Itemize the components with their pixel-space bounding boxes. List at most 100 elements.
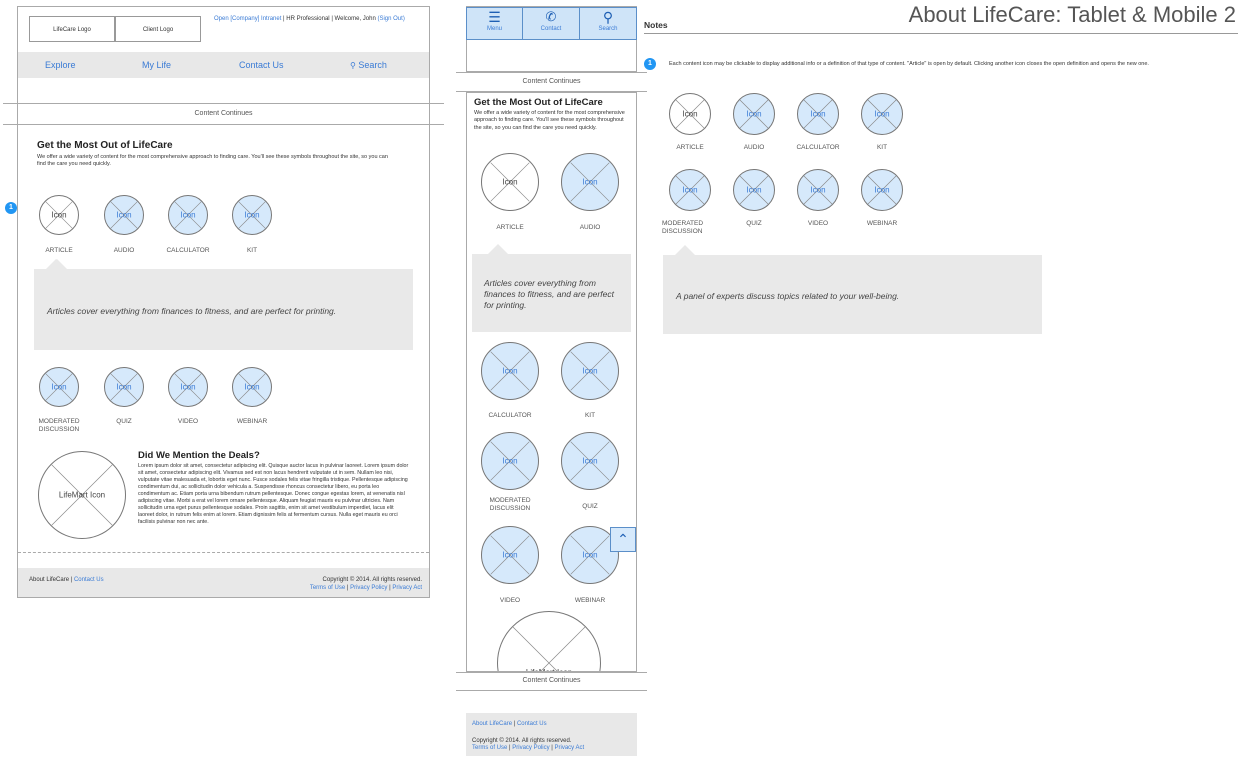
mobile-caption-video: VIDEO bbox=[499, 597, 521, 604]
notes-caption-calculator: CALCULATOR bbox=[796, 144, 840, 151]
mobile-terms-link[interactable]: Terms of Use bbox=[472, 745, 507, 751]
notes-article-icon: Icon bbox=[669, 93, 711, 135]
mobile-privacy-policy-link[interactable]: Privacy Policy bbox=[512, 745, 549, 751]
caption-webinar: WEBINAR bbox=[236, 418, 268, 425]
article-definition-panel: .desk-arrow:before{left:12px;} Articles … bbox=[34, 259, 413, 350]
notes-text: Each content icon may be clickable to di… bbox=[669, 61, 1149, 67]
content-continues: Content Continues bbox=[194, 110, 253, 117]
mobile-caption-moderated-discussion: MODERATED DISCUSSION bbox=[489, 497, 531, 513]
mobile-heading: Get the Most Out of LifeCare bbox=[474, 97, 603, 108]
notes-video-icon: Icon bbox=[797, 169, 839, 211]
mobile-caption-calculator: CALCULATOR bbox=[488, 412, 532, 419]
mobile-caption-article: ARTICLE bbox=[496, 224, 524, 231]
footer-about-link[interactable]: About LifeCare bbox=[29, 577, 69, 583]
video-icon[interactable]: Icon bbox=[168, 367, 208, 407]
mobile-caption-kit: KIT bbox=[584, 412, 596, 419]
notes-caption-article: ARTICLE bbox=[676, 144, 704, 151]
terms-link[interactable]: Terms of Use bbox=[310, 585, 345, 591]
caption-kit: KIT bbox=[246, 247, 258, 254]
notes-caption-kit: KIT bbox=[876, 144, 888, 151]
quiz-icon[interactable]: Icon bbox=[104, 367, 144, 407]
search-icon: ⚲ bbox=[350, 61, 356, 70]
mobile-caption-quiz: QUIZ bbox=[582, 503, 598, 510]
intranet-link[interactable]: Open [Company] Intranet bbox=[214, 16, 281, 22]
notes-title: Notes bbox=[644, 20, 668, 30]
article-icon[interactable]: Icon bbox=[39, 195, 79, 235]
title-rule bbox=[644, 33, 1238, 34]
menu-icon: ☰ bbox=[488, 9, 501, 25]
mobile-video-icon[interactable]: Icon bbox=[481, 526, 539, 584]
mobile-privacy-act-link[interactable]: Privacy Act bbox=[555, 745, 585, 751]
footer-links: About LifeCare | Contact Us bbox=[29, 577, 104, 583]
caption-video: VIDEO bbox=[177, 418, 199, 425]
deals-body: Lorem ipsum dolor sit amet, consectetur … bbox=[138, 463, 409, 525]
privacy-act-link[interactable]: Privacy Act bbox=[392, 585, 422, 591]
notes-webinar-icon: Icon bbox=[861, 169, 903, 211]
nav-search[interactable]: ⚲ Search bbox=[350, 60, 387, 70]
notes-calculator-icon: Icon bbox=[797, 93, 839, 135]
caption-quiz: QUIZ bbox=[116, 418, 132, 425]
mobile-quiz-icon[interactable]: Icon bbox=[561, 432, 619, 490]
section-intro: We offer a wide variety of content for t… bbox=[37, 154, 388, 168]
mobile-footer-links: About LifeCare | Contact Us bbox=[472, 721, 547, 727]
footer-contact-link[interactable]: Contact Us bbox=[74, 577, 104, 583]
lifemart-icon: LifeMart Icon bbox=[38, 451, 126, 539]
tab-contact[interactable]: ✆ Contact bbox=[523, 8, 580, 39]
mobile-caption-audio: AUDIO bbox=[579, 224, 601, 231]
mobile-kit-icon[interactable]: Icon bbox=[561, 342, 619, 400]
mobile-audio-icon[interactable]: Icon bbox=[561, 153, 619, 211]
utility-bar: Open [Company] Intranet | HR Professiona… bbox=[214, 16, 405, 22]
mobile-footer-contact-link[interactable]: Contact Us bbox=[517, 721, 547, 727]
mobile-intro: We offer a wide variety of content for t… bbox=[474, 110, 625, 131]
mobile-copyright: Copyright © 2014. All rights reserved. bbox=[472, 738, 572, 744]
nav-explore[interactable]: Explore bbox=[45, 60, 76, 70]
notes-caption-quiz: QUIZ bbox=[746, 220, 762, 227]
back-to-top-button[interactable]: ⌃ bbox=[610, 527, 636, 552]
notes-caption-webinar: WEBINAR bbox=[866, 220, 898, 227]
caption-moderated-discussion: MODERATED DISCUSSION bbox=[38, 418, 80, 434]
tab-menu[interactable]: ☰ Menu bbox=[467, 8, 523, 39]
annotation-badge-1: 1 bbox=[5, 202, 17, 214]
copyright: Copyright © 2014. All rights reserved. bbox=[322, 577, 422, 583]
sign-out-link[interactable]: (Sign Out) bbox=[377, 16, 404, 22]
mobile-lifemart-wrap: LifeMart Icon bbox=[467, 609, 636, 671]
caption-calculator: CALCULATOR bbox=[166, 247, 210, 254]
section-heading: Get the Most Out of LifeCare bbox=[37, 140, 173, 151]
mobile-lifemart-icon: LifeMart Icon bbox=[497, 611, 601, 671]
notes-kit-icon: Icon bbox=[861, 93, 903, 135]
notes-caption-audio: AUDIO bbox=[743, 144, 765, 151]
mobile-article-definition-panel: Articles cover everything from finances … bbox=[472, 254, 631, 332]
legal-links: Terms of Use | Privacy Policy | Privacy … bbox=[309, 585, 422, 591]
welcome-text: Welcome, John bbox=[334, 16, 376, 22]
page-title: About LifeCare: Tablet & Mobile 2 bbox=[908, 2, 1236, 27]
audio-icon[interactable]: Icon bbox=[104, 195, 144, 235]
deals-heading: Did We Mention the Deals? bbox=[138, 450, 260, 461]
mobile-moderated-discussion-icon[interactable]: Icon bbox=[481, 432, 539, 490]
notes-moderated-discussion-icon: Icon bbox=[669, 169, 711, 211]
lifecare-logo: LifeCare Logo bbox=[29, 16, 115, 42]
mobile-footer-about-link[interactable]: About LifeCare bbox=[472, 721, 512, 727]
nav-contact-us[interactable]: Contact Us bbox=[239, 60, 284, 70]
search-icon: ⚲ bbox=[602, 9, 614, 25]
moderated-discussion-icon[interactable]: Icon bbox=[39, 367, 79, 407]
notes-caption-moderated-discussion: MODERATED DISCUSSION bbox=[662, 220, 704, 236]
mobile-content-continues-2: Content Continues bbox=[522, 677, 581, 684]
chevron-up-icon: ⌃ bbox=[617, 531, 629, 547]
caption-article: ARTICLE bbox=[45, 247, 73, 254]
tab-search[interactable]: ⚲ Search bbox=[580, 8, 636, 39]
privacy-policy-link[interactable]: Privacy Policy bbox=[350, 585, 387, 591]
webinar-icon[interactable]: Icon bbox=[232, 367, 272, 407]
nav-my-life[interactable]: My Life bbox=[142, 60, 171, 70]
caption-audio: AUDIO bbox=[113, 247, 135, 254]
kit-icon[interactable]: Icon bbox=[232, 195, 272, 235]
mobile-calculator-icon[interactable]: Icon bbox=[481, 342, 539, 400]
mobile-article-icon[interactable]: Icon bbox=[481, 153, 539, 211]
notes-quiz-icon: Icon bbox=[733, 169, 775, 211]
calculator-icon[interactable]: Icon bbox=[168, 195, 208, 235]
notes-audio-icon: Icon bbox=[733, 93, 775, 135]
notes-caption-video: VIDEO bbox=[807, 220, 829, 227]
client-logo: Client Logo bbox=[115, 16, 201, 42]
mobile-content-continues: Content Continues bbox=[522, 78, 581, 85]
mobile-caption-webinar: WEBINAR bbox=[574, 597, 606, 604]
notes-definition-panel: A panel of experts discuss topics relate… bbox=[663, 255, 1042, 334]
